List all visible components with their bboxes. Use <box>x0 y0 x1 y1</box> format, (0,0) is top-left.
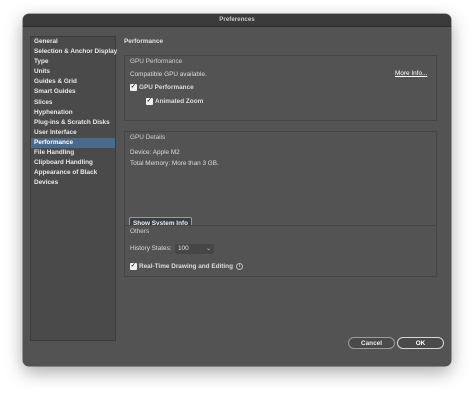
sidebar-item-units[interactable]: Units <box>31 67 115 77</box>
sidebar-item-devices[interactable]: Devices <box>31 178 115 188</box>
sidebar-item-user-interface[interactable]: User Interface <box>31 128 115 138</box>
sidebar-item-slices[interactable]: Slices <box>31 98 115 108</box>
gpu-details-title: GPU Details <box>130 134 166 141</box>
more-info-link[interactable]: More Info... <box>395 70 427 77</box>
sidebar-item-appearance-of-black[interactable]: Appearance of Black <box>31 168 115 178</box>
gpu-performance-checkbox[interactable]: ✓ <box>130 84 137 91</box>
gpu-performance-label: GPU Performance <box>139 84 194 91</box>
gpu-device-text: Device: Apple M2 <box>130 149 180 156</box>
sidebar-item-smart-guides[interactable]: Smart Guides <box>31 87 115 97</box>
gpu-memory-text: Total Memory: More than 3 GB. <box>130 160 219 167</box>
realtime-drawing-label: Real-Time Drawing and Editing <box>139 263 233 270</box>
animated-zoom-checkbox[interactable]: ✓ <box>146 98 153 105</box>
page-title: Performance <box>124 38 164 45</box>
others-group: Others History States: 100 ⌄ ✓ Real-Time… <box>124 225 437 277</box>
cancel-button[interactable]: Cancel <box>348 337 395 349</box>
sidebar-item-file-handling[interactable]: File Handling <box>31 148 115 158</box>
info-icon[interactable]: i <box>236 263 243 270</box>
preferences-sidebar: General Selection & Anchor Display Type Uni… <box>30 36 117 341</box>
animated-zoom-label: Animated Zoom <box>155 98 204 105</box>
preferences-dialog: Preferences General Selection & Anchor Di… <box>23 14 451 366</box>
chevron-down-icon: ⌄ <box>205 246 211 252</box>
sidebar-item-hyphenation[interactable]: Hyphenation <box>31 108 115 118</box>
sidebar-item-plug-ins-scratch-disks[interactable]: Plug-ins & Scratch Disks <box>31 118 115 128</box>
ok-button[interactable]: OK <box>397 337 444 349</box>
gpu-status-text: Compatible GPU available. <box>130 71 207 78</box>
others-title: Others <box>130 228 150 235</box>
gpu-performance-title: GPU Performance <box>130 58 183 65</box>
history-states-select[interactable]: 100 ⌄ <box>175 244 214 254</box>
gpu-performance-group: GPU Performance Compatible GPU available… <box>124 55 437 121</box>
sidebar-item-guides-grid[interactable]: Guides & Grid <box>31 77 115 87</box>
window-title: Preferences <box>23 14 451 27</box>
sidebar-item-performance[interactable]: Performance <box>31 137 115 149</box>
sidebar-item-clipboard-handling[interactable]: Clipboard Handling <box>31 158 115 168</box>
sidebar-item-selection-anchor-display[interactable]: Selection & Anchor Display <box>31 47 117 57</box>
sidebar-item-general[interactable]: General <box>31 37 115 47</box>
gpu-details-group: GPU Details Device: Apple M2 Total Memor… <box>124 131 437 233</box>
history-states-value: 100 <box>178 245 189 252</box>
sidebar-item-type[interactable]: Type <box>31 57 115 67</box>
realtime-drawing-checkbox[interactable]: ✓ <box>130 263 137 270</box>
history-states-label: History States: <box>130 245 172 252</box>
